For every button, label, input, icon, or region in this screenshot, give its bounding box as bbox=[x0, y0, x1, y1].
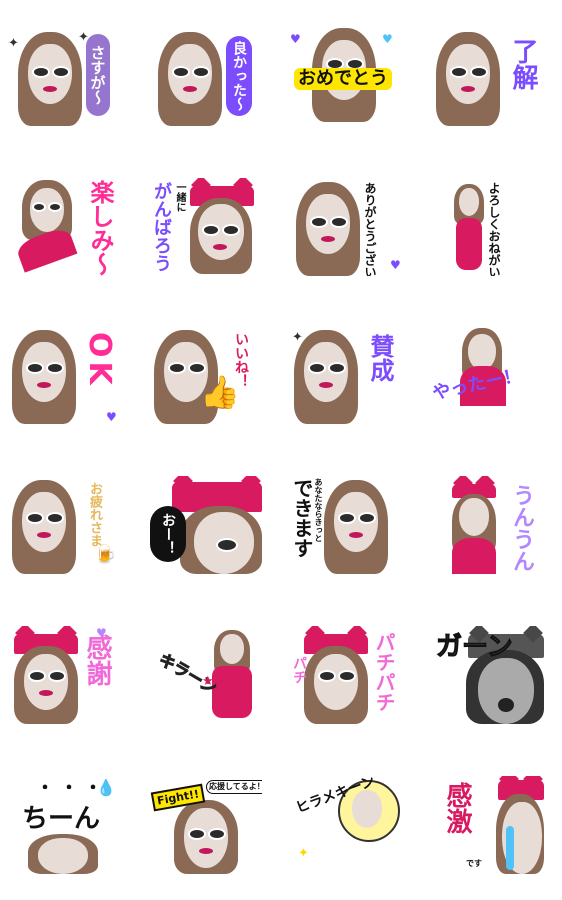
sticker-label: うんうん bbox=[509, 484, 534, 572]
sticker-label: 楽しみ〜 bbox=[86, 180, 114, 276]
sticker-label: 感激 bbox=[442, 782, 472, 834]
sticker-pachipachi[interactable]: パチパチ パチ bbox=[290, 626, 402, 724]
sticker-arigatou[interactable]: ありがとうございます ♥ bbox=[290, 178, 402, 276]
sticker-oo[interactable]: おー！ bbox=[150, 476, 262, 574]
sticker-fight[interactable]: Fight!! 応援してるよ！ bbox=[150, 776, 262, 874]
sticker-ganbarou[interactable]: 一緒に がんばろう bbox=[150, 178, 262, 276]
sticker-dekimasu[interactable]: あなたならきっと できます bbox=[290, 476, 402, 574]
sticker-grid: さすが〜 ✦ ✦ 良かった〜 ♥ ♥ おめでとう 了解 楽しみ〜 一緒に がんば… bbox=[0, 0, 562, 900]
sticker-label: おー！ bbox=[160, 513, 176, 555]
sticker-small-label: パチ bbox=[291, 656, 307, 684]
sparkle-icon: ✦ bbox=[298, 846, 309, 861]
heart-icon: ♥ bbox=[106, 410, 117, 424]
sticker-yatta[interactable]: やったー！ bbox=[432, 326, 544, 424]
sticker-tanoshimi[interactable]: 楽しみ〜 bbox=[8, 178, 120, 276]
sticker-label: 良かった〜 bbox=[231, 41, 247, 111]
sticker-sasuga[interactable]: さすが〜 ✦ ✦ bbox=[8, 28, 120, 126]
sticker-label: お疲れさま bbox=[87, 482, 102, 547]
sticker-kansha[interactable]: 感謝 ♥ bbox=[8, 626, 120, 724]
sticker-ok[interactable]: OK ♥ bbox=[8, 326, 120, 424]
sticker-label: いいね！ bbox=[233, 332, 249, 388]
sticker-label: ガーン bbox=[436, 632, 514, 662]
sticker-iine[interactable]: 👍 いいね！ bbox=[150, 326, 262, 424]
speech-bubble: 良かった〜 bbox=[226, 36, 252, 116]
drop-icon: 💧 bbox=[96, 778, 116, 797]
speech-bubble: さすが〜 bbox=[86, 34, 110, 116]
sticker-otsukare[interactable]: お疲れさま 🍺 bbox=[8, 476, 120, 574]
heart-icon: ♥ bbox=[96, 626, 107, 640]
magic-wand-icon: ★ bbox=[202, 674, 214, 689]
sparkle-icon: ✦ bbox=[8, 36, 19, 51]
sticker-small-label: あなたならきっと bbox=[314, 478, 323, 542]
sticker-small-label: です bbox=[466, 859, 482, 868]
sticker-label: ありがとうございます bbox=[363, 182, 377, 276]
sticker-ryoukai[interactable]: 了解 bbox=[432, 28, 544, 126]
sparkle-icon: ✦ bbox=[78, 30, 89, 45]
sticker-label: ちーん bbox=[22, 804, 101, 834]
sticker-label: よろしくおねがいします bbox=[487, 182, 501, 276]
sticker-label: 了解 bbox=[508, 38, 538, 90]
sticker-label: 感謝 bbox=[82, 634, 112, 686]
beer-icon: 🍺 bbox=[94, 544, 117, 565]
sticker-sansei[interactable]: 賛成 ✦ bbox=[290, 326, 402, 424]
tear-icon bbox=[506, 826, 514, 870]
sticker-yokatta[interactable]: 良かった〜 bbox=[150, 28, 262, 126]
sticker-hirameki[interactable]: ヒラメキーン ✦ bbox=[290, 776, 402, 874]
heart-icon: ♥ bbox=[390, 258, 401, 272]
sticker-chiin[interactable]: ・・・ ちーん 💧 bbox=[8, 776, 120, 874]
sticker-label: がんばろう bbox=[151, 182, 172, 272]
sparkle-icon: ✦ bbox=[292, 330, 303, 345]
sticker-kangeki[interactable]: 感激 です bbox=[432, 776, 544, 874]
sticker-gaan[interactable]: ガーン bbox=[432, 626, 544, 724]
sticker-label: 賛成 bbox=[366, 334, 394, 382]
sticker-unun[interactable]: うんうん bbox=[432, 476, 544, 574]
sticker-label: おめでとう bbox=[294, 68, 392, 90]
sticker-label: OK bbox=[82, 332, 117, 389]
speech-bubble: おー！ bbox=[150, 506, 186, 562]
sticker-small-label: 応援してるよ！ bbox=[206, 780, 262, 794]
sticker-label: さすが〜 bbox=[88, 45, 107, 105]
heart-icon: ♥ bbox=[382, 32, 393, 46]
sticker-label: パチパチ bbox=[372, 632, 396, 712]
heart-icon: ♥ bbox=[290, 32, 301, 46]
sticker-label: できます bbox=[290, 478, 314, 558]
sticker-omedetou[interactable]: ♥ ♥ おめでとう bbox=[290, 28, 402, 126]
sticker-yoroshiku[interactable]: よろしくおねがいします bbox=[432, 178, 544, 276]
sticker-kiraan[interactable]: キラーン ★ bbox=[150, 626, 262, 724]
sticker-small-label: 一緒に bbox=[174, 182, 185, 212]
